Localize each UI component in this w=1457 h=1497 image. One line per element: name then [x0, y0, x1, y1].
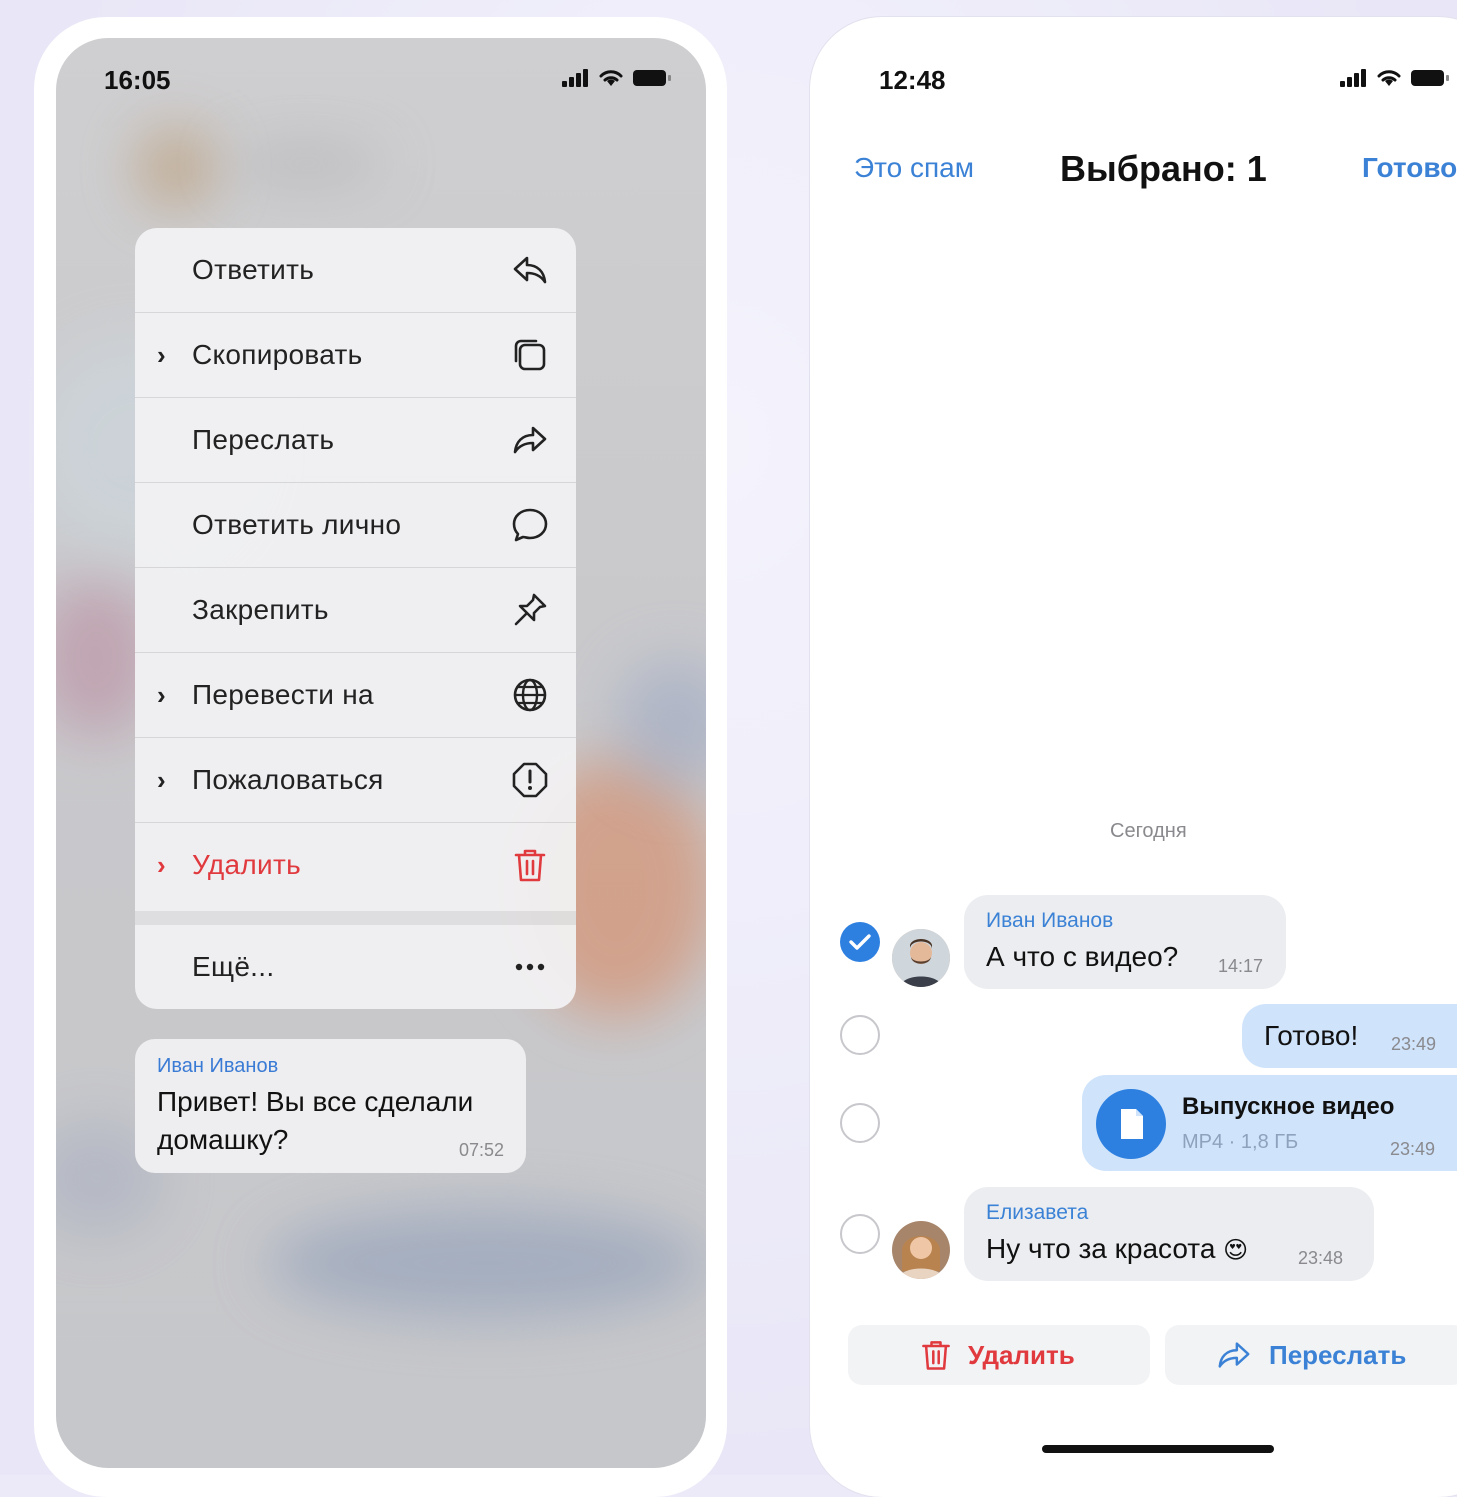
forward-icon [1218, 1342, 1250, 1368]
message-sender: Иван Иванов [157, 1055, 279, 1077]
file-meta: MP4 · 1,8 ГБ [1182, 1131, 1299, 1153]
signal-icon [562, 69, 588, 87]
blurred-avatar [136, 128, 216, 208]
file-icon [1096, 1089, 1166, 1159]
status-icons [1340, 68, 1450, 88]
message-text: Готово! [1264, 1020, 1359, 1051]
menu-item-report[interactable]: › Пожаловаться [135, 738, 576, 823]
message-time: 23:49 [1391, 1034, 1437, 1054]
avatar [892, 1221, 950, 1279]
date-separator: Сегодня [1110, 820, 1187, 842]
home-indicator [1042, 1445, 1274, 1453]
forward-icon [513, 426, 547, 454]
right-phone-screen: 12:48 Это спам Выбрано: 1 Готово Сегодня… [832, 38, 1457, 1468]
more-icon [515, 963, 545, 971]
chevron-right-icon: › [157, 340, 166, 370]
select-checkbox[interactable] [840, 922, 880, 962]
menu-item-reply-privately[interactable]: Ответить лично [135, 483, 576, 568]
battery-icon [1411, 70, 1449, 86]
message-text: А что с видео? [986, 941, 1179, 972]
menu-item-delete[interactable]: › Удалить [135, 823, 576, 907]
checkmark-icon [849, 934, 871, 950]
menu-item-label: Ответить [192, 254, 315, 285]
menu-item-label: Скопировать [192, 339, 363, 370]
battery-icon [633, 70, 671, 86]
pin-icon [514, 593, 547, 626]
trash-icon [922, 1341, 950, 1370]
menu-item-label: Ещё... [192, 951, 275, 982]
chevron-right-icon: › [157, 680, 166, 710]
man-avatar-icon [892, 929, 950, 987]
status-icons [562, 68, 672, 88]
message-time: 07:52 [458, 1140, 504, 1160]
message-sender: Елизавета [986, 1201, 1089, 1224]
blurred-title [226, 143, 386, 183]
context-menu: Ответить › Скопировать Переслать Ответит… [135, 228, 576, 1009]
menu-item-forward[interactable]: Переслать [135, 398, 576, 483]
wifi-icon [599, 70, 623, 86]
woman-avatar-icon [892, 1221, 950, 1279]
menu-item-pin[interactable]: Закрепить [135, 568, 576, 653]
menu-item-label: Ответить лично [192, 509, 402, 540]
menu-item-label: Перевести на [192, 679, 374, 710]
message-bubble[interactable]: Готово! 23:49 [1242, 1004, 1457, 1068]
done-button[interactable]: Готово [1362, 152, 1457, 184]
file-message-bubble[interactable]: Выпускное видео MP4 · 1,8 ГБ 23:49 [1082, 1075, 1457, 1171]
message-text: Ну что за красота 😍 [986, 1233, 1248, 1265]
trash-icon [514, 849, 546, 882]
message-time: 14:17 [1218, 956, 1264, 976]
status-time: 12:48 [879, 65, 946, 95]
alert-icon [512, 762, 548, 798]
document-icon [1121, 1109, 1143, 1139]
menu-item-copy[interactable]: › Скопировать [135, 313, 576, 398]
message-bubble[interactable]: Елизавета Ну что за красота 😍 23:48 [964, 1187, 1374, 1281]
forward-button[interactable]: Переслать [1165, 1325, 1457, 1385]
selection-title: Выбрано: 1 [1060, 148, 1267, 189]
left-phone-screen: 16:05 Ответить › Скопировать Переслать О… [56, 38, 706, 1468]
select-checkbox[interactable] [840, 1214, 880, 1254]
menu-item-more[interactable]: Ещё... [135, 925, 576, 1009]
spam-button[interactable]: Это спам [854, 152, 974, 184]
chevron-right-icon: › [157, 850, 166, 880]
menu-item-label: Удалить [192, 849, 302, 880]
forward-button-label: Переслать [1269, 1340, 1407, 1370]
wifi-icon [1377, 70, 1401, 86]
file-name: Выпускное видео [1182, 1093, 1395, 1120]
heart-eyes-emoji: 😍 [1223, 1237, 1249, 1264]
menu-item-label: Пожаловаться [192, 764, 384, 795]
message-bubble[interactable]: Иван Иванов А что с видео? 14:17 [964, 895, 1286, 989]
delete-button-label: Удалить [968, 1340, 1075, 1370]
delete-button[interactable]: Удалить [848, 1325, 1150, 1385]
message-sender: Иван Иванов [986, 909, 1114, 932]
status-time: 16:05 [104, 65, 171, 95]
menu-item-reply[interactable]: Ответить [135, 228, 576, 313]
select-checkbox[interactable] [840, 1015, 880, 1055]
blurred-shape [266, 1208, 706, 1318]
chat-bubble-icon [512, 508, 548, 542]
signal-icon [1340, 69, 1366, 87]
copy-icon [514, 339, 546, 371]
menu-item-label: Переслать [192, 424, 335, 455]
message-time: 23:49 [1390, 1139, 1436, 1159]
message-time: 23:48 [1298, 1248, 1344, 1268]
avatar [892, 929, 950, 987]
message-bubble[interactable]: Иван Иванов Привет! Вы все сделали домаш… [135, 1039, 526, 1173]
menu-item-label: Закрепить [192, 594, 329, 625]
reply-icon [513, 256, 547, 284]
menu-item-translate[interactable]: › Перевести на [135, 653, 576, 738]
menu-separator [135, 911, 576, 925]
select-checkbox[interactable] [840, 1103, 880, 1143]
chevron-right-icon: › [157, 765, 166, 795]
message-text-content: Ну что за красота [986, 1233, 1216, 1264]
globe-icon [513, 678, 547, 712]
